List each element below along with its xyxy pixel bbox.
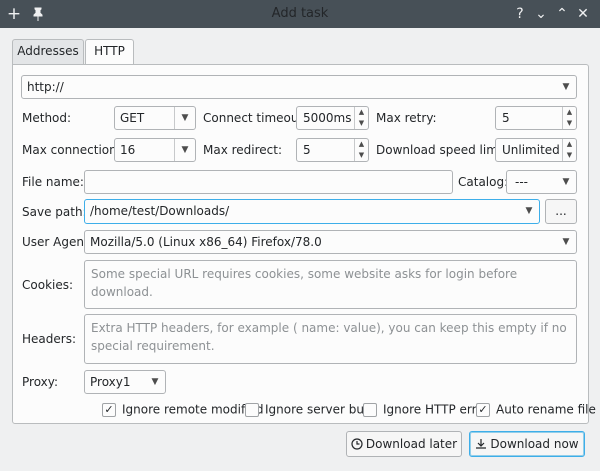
download-now-button[interactable]: Download now: [469, 431, 585, 457]
auto-rename-file-checkbox[interactable]: ✓ Auto rename file: [476, 401, 596, 417]
save-path-combo[interactable]: /home/test/Downloads/ ▼: [84, 199, 540, 224]
user-agent-value: Mozilla/5.0 (Linux x86_64) Firefox/78.0: [90, 235, 322, 249]
spin-down-icon[interactable]: ▼: [355, 118, 368, 129]
max-connections-select[interactable]: 16 ▼: [114, 138, 196, 162]
headers-textarea[interactable]: Extra HTTP headers, for example ( name: …: [84, 314, 577, 364]
spin-up-icon[interactable]: ▲: [355, 107, 368, 118]
spin-up-icon[interactable]: ▲: [355, 139, 368, 150]
spin-up-icon[interactable]: ▲: [563, 139, 576, 150]
max-redirect-label: Max redirect:: [203, 143, 283, 157]
proxy-value: Proxy1: [90, 375, 131, 389]
headers-label: Headers:: [22, 332, 76, 346]
checkbox-checked-icon: ✓: [102, 402, 116, 417]
catalog-value: ---: [515, 175, 528, 189]
url-combo[interactable]: http:// ▼: [21, 75, 577, 99]
checkbox-unchecked-icon: [363, 402, 377, 417]
max-redirect-value: 5: [303, 143, 311, 157]
max-retry-spinbox[interactable]: 5 ▲ ▼: [495, 106, 577, 130]
chevron-down-icon: ▼: [174, 107, 195, 129]
speed-limit-label: Download speed limit:: [376, 143, 510, 157]
checkbox-label: Ignore HTTP error: [383, 402, 489, 417]
max-connections-label: Max connections:: [22, 143, 128, 157]
method-value: GET: [120, 111, 145, 125]
user-agent-combo[interactable]: Mozilla/5.0 (Linux x86_64) Firefox/78.0 …: [84, 230, 577, 254]
close-icon[interactable]: ✕: [574, 0, 592, 28]
checkbox-checked-icon: ✓: [476, 402, 490, 417]
chevron-down-icon: ▼: [562, 237, 570, 247]
chevron-down-icon[interactable]: ⌄: [532, 0, 550, 28]
speed-limit-value: Unlimited: [502, 143, 560, 157]
checkbox-label: Ignore remote modified: [122, 402, 264, 417]
max-redirect-spinbox[interactable]: 5 ▲ ▼: [296, 138, 369, 162]
window-title: Add task: [271, 6, 329, 21]
spin-down-icon[interactable]: ▼: [563, 118, 576, 129]
save-path-value: /home/test/Downloads/: [90, 204, 230, 218]
tab-http[interactable]: HTTP: [85, 39, 134, 66]
connect-timeout-spinbox[interactable]: 5000ms ▲ ▼: [296, 106, 369, 130]
proxy-select[interactable]: Proxy1 ▼: [84, 370, 166, 394]
catalog-select[interactable]: --- ▼: [506, 170, 577, 194]
connect-timeout-label: Connect timeout:: [203, 111, 308, 125]
chevron-down-icon: ▼: [562, 82, 570, 92]
cookies-label: Cookies:: [22, 278, 74, 292]
tab-addresses[interactable]: Addresses: [12, 39, 84, 64]
browse-button[interactable]: ...: [545, 199, 577, 224]
spin-up-icon[interactable]: ▲: [563, 107, 576, 118]
chevron-down-icon: ▼: [562, 177, 570, 187]
ignore-server-busy-checkbox[interactable]: Ignore server busy: [245, 401, 377, 417]
catalog-label: Catalog:: [458, 175, 509, 189]
method-label: Method:: [22, 111, 72, 125]
max-retry-value: 5: [502, 111, 510, 125]
connect-timeout-value: 5000ms: [303, 111, 352, 125]
help-icon[interactable]: ?: [511, 0, 529, 28]
download-later-button[interactable]: Download later: [346, 431, 462, 457]
max-connections-value: 16: [120, 143, 136, 157]
url-value: http://: [27, 80, 64, 94]
download-icon: [476, 439, 487, 449]
download-later-label: Download later: [365, 437, 458, 451]
ignore-http-error-checkbox[interactable]: Ignore HTTP error: [363, 401, 489, 417]
checkbox-unchecked-icon: [245, 402, 259, 417]
speed-limit-spinbox[interactable]: Unlimited ▲ ▼: [495, 138, 577, 162]
proxy-label: Proxy:: [22, 375, 59, 389]
download-now-label: Download now: [490, 437, 579, 451]
spin-down-icon[interactable]: ▼: [563, 150, 576, 161]
checkbox-label: Auto rename file: [496, 402, 596, 417]
ignore-remote-modified-checkbox[interactable]: ✓ Ignore remote modified: [102, 401, 264, 417]
chevron-down-icon: ▼: [174, 139, 195, 161]
clock-icon: [351, 438, 363, 450]
chevron-down-icon: ▼: [525, 206, 533, 216]
chevron-up-icon[interactable]: ⌃: [553, 0, 571, 28]
file-name-input[interactable]: [84, 170, 453, 194]
method-select[interactable]: GET ▼: [114, 106, 196, 130]
chevron-down-icon: ▼: [151, 377, 159, 387]
max-retry-label: Max retry:: [376, 111, 437, 125]
file-name-label: File name:: [22, 175, 84, 189]
save-path-label: Save path:: [22, 205, 87, 219]
user-agent-label: User Agent:: [22, 235, 93, 249]
cookies-textarea[interactable]: Some special URL requires cookies, some …: [84, 260, 577, 309]
spin-down-icon[interactable]: ▼: [355, 150, 368, 161]
checkbox-label: Ignore server busy: [265, 402, 378, 417]
